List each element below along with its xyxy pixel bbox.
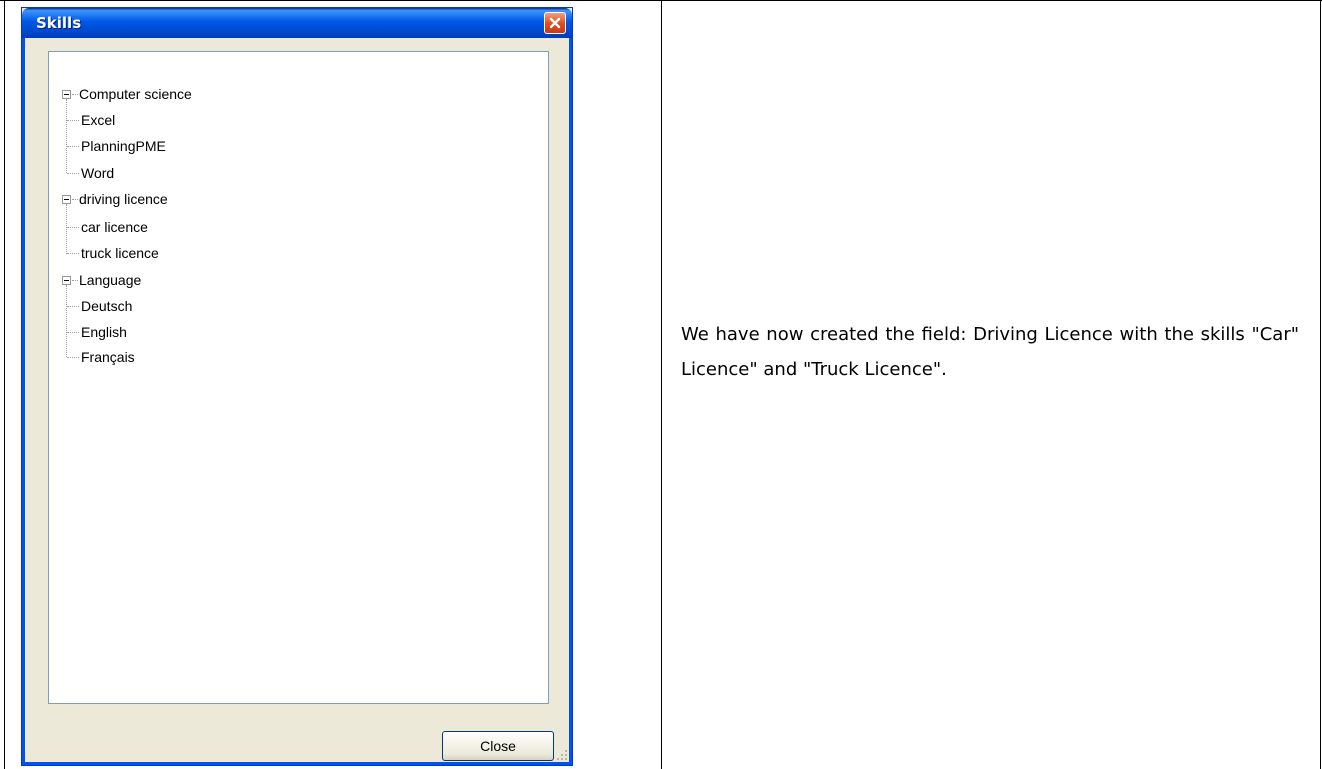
tree-group-language[interactable]: Language bbox=[79, 270, 141, 290]
tree-connector bbox=[67, 357, 79, 358]
skills-dialog: Skills Computer science Excel PlanningPM… bbox=[21, 7, 573, 766]
tree-group-driving-licence[interactable]: driving licence bbox=[79, 189, 168, 209]
window-frame-right bbox=[569, 38, 572, 765]
title-close-button[interactable] bbox=[544, 12, 566, 34]
tree-item-english[interactable]: English bbox=[81, 322, 127, 342]
skills-tree[interactable]: Computer science Excel PlanningPME Word … bbox=[48, 51, 549, 704]
table-border-left bbox=[4, 0, 5, 769]
tree-connector bbox=[67, 227, 79, 228]
dialog-title: Skills bbox=[36, 14, 82, 32]
window-frame-bottom bbox=[22, 762, 572, 765]
tree-connector bbox=[67, 332, 79, 333]
resize-grip-icon[interactable] bbox=[556, 749, 568, 761]
tree-connector bbox=[67, 146, 79, 147]
tree-item-deutsch[interactable]: Deutsch bbox=[81, 296, 132, 316]
tree-group-computer-science[interactable]: Computer science bbox=[79, 84, 192, 104]
tree-connector bbox=[72, 199, 78, 200]
tree-connector bbox=[72, 94, 78, 95]
tree-item-truck-licence[interactable]: truck licence bbox=[81, 243, 159, 263]
tree-connector bbox=[67, 306, 79, 307]
tree-connector bbox=[67, 253, 79, 254]
tree-connector bbox=[66, 285, 67, 357]
table-border-middle bbox=[661, 0, 662, 769]
tree-item-francais[interactable]: Français bbox=[81, 347, 135, 367]
tree-item-car-licence[interactable]: car licence bbox=[81, 217, 148, 237]
tree-item-word[interactable]: Word bbox=[81, 163, 114, 183]
window-frame-left bbox=[22, 38, 25, 765]
tree-connector bbox=[72, 280, 78, 281]
close-button[interactable]: Close bbox=[442, 731, 554, 761]
tree-collapse-minus-icon[interactable] bbox=[62, 276, 71, 285]
tree-connector bbox=[67, 120, 79, 121]
tree-connector bbox=[66, 204, 67, 254]
tree-connector bbox=[67, 173, 79, 174]
tree-item-planningpme[interactable]: PlanningPME bbox=[81, 136, 166, 156]
dialog-titlebar[interactable]: Skills bbox=[22, 8, 572, 38]
tree-collapse-minus-icon[interactable] bbox=[62, 195, 71, 204]
tree-connector bbox=[66, 99, 67, 173]
table-border-right bbox=[1320, 0, 1321, 769]
description-text: We have now created the field: Driving L… bbox=[681, 324, 1299, 380]
tree-collapse-minus-icon[interactable] bbox=[62, 90, 71, 99]
tree-item-excel[interactable]: Excel bbox=[81, 110, 115, 130]
close-x-icon bbox=[549, 17, 561, 29]
